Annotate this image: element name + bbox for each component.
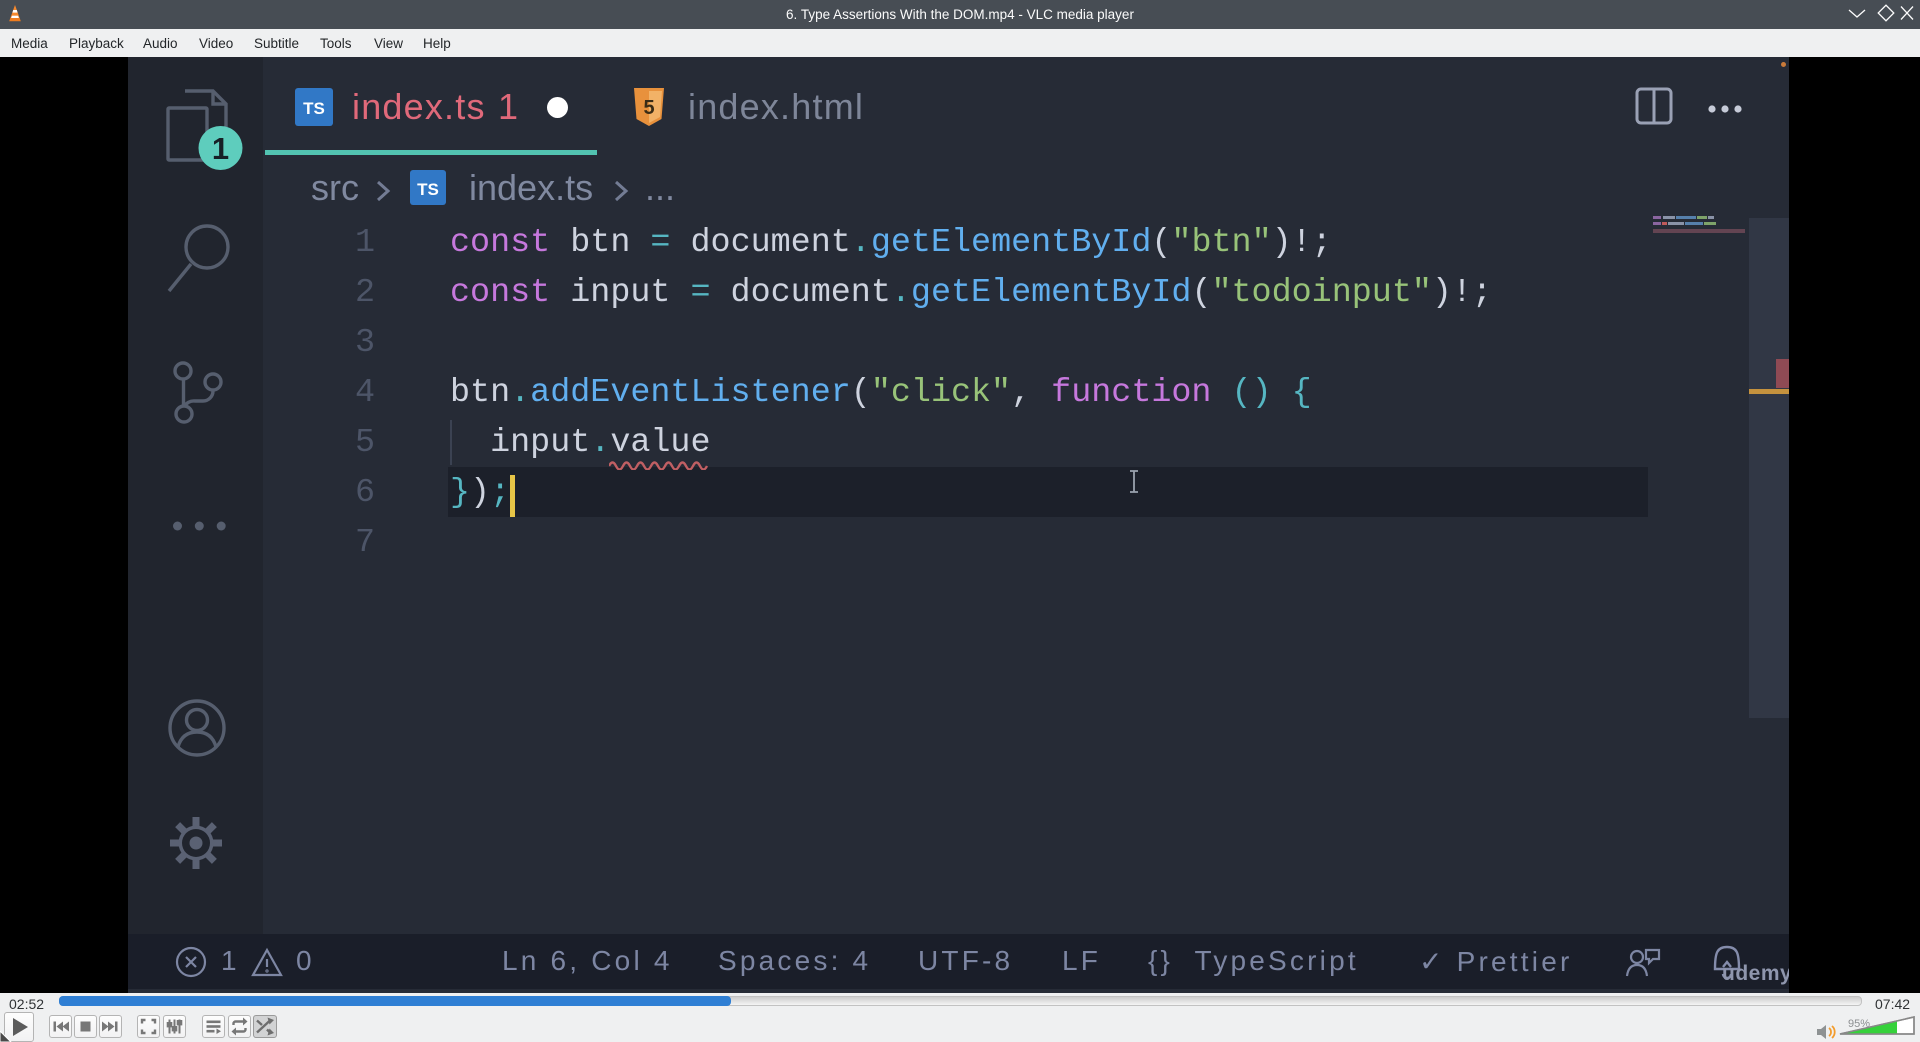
svg-text:5: 5: [643, 97, 654, 119]
svg-text:TS: TS: [303, 99, 325, 118]
svg-text:TS: TS: [417, 180, 439, 199]
svg-text:1: 1: [212, 131, 229, 166]
